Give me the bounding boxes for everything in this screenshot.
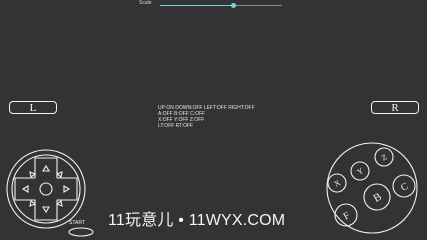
dpad-right-icon[interactable] xyxy=(63,185,71,193)
dpad[interactable] xyxy=(6,149,86,229)
dpad-upright-icon[interactable] xyxy=(55,171,63,178)
dpad-downleft-icon[interactable] xyxy=(29,200,37,207)
dpad-up-icon[interactable] xyxy=(42,164,50,172)
z-button-label: Z xyxy=(380,152,389,162)
dpad-left-icon[interactable] xyxy=(21,185,29,193)
dpad-downright-icon[interactable] xyxy=(55,200,63,207)
start-button[interactable] xyxy=(68,227,94,237)
dpad-down-icon[interactable] xyxy=(42,206,50,214)
dpad-cross xyxy=(14,157,78,221)
watermark: 11玩意儿 • 11WYX.COM xyxy=(108,212,286,229)
c-button-label: C xyxy=(399,181,411,194)
y-button-label: Y xyxy=(355,166,365,177)
x-button-label: X xyxy=(332,178,342,189)
dpad-upleft-icon[interactable] xyxy=(29,171,37,178)
dpad-outer-ring xyxy=(6,149,86,229)
f-button-label: F xyxy=(342,210,353,223)
b-button-label: B xyxy=(371,191,383,205)
dpad-center xyxy=(39,182,53,196)
controller-overlay: Y Z X B C F xyxy=(6,142,418,237)
start-label: START xyxy=(69,220,85,226)
